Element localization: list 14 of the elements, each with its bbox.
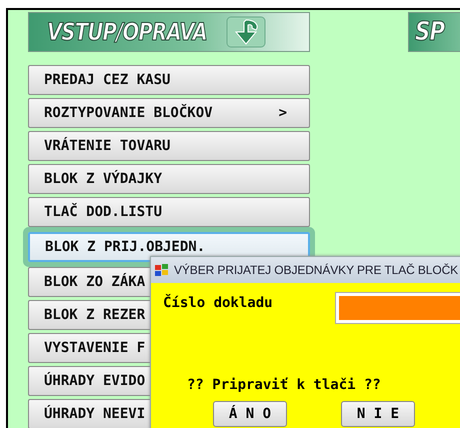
window-icon <box>154 262 170 278</box>
menu-item[interactable]: TLAČ DOD.LISTU <box>28 197 310 227</box>
dialog-title: VÝBER PRIJATEJ OBJEDNÁVKY PRE TLAČ BLOČK <box>174 263 458 277</box>
question-text: ?? Pripraviť k tlači ?? <box>187 377 381 393</box>
dialog-button[interactable]: Á N O <box>213 401 287 427</box>
menu-item[interactable]: PREDAJ CEZ KASU <box>28 65 310 95</box>
menu-item[interactable]: BLOK Z VÝDAJKY <box>28 164 310 194</box>
menu-item[interactable]: VRÁTENIE TOVARU <box>28 131 310 161</box>
document-number-field[interactable] <box>336 293 460 323</box>
field-label: Číslo dokladu <box>163 295 274 311</box>
section-title: VSTUP/OPRAVA <box>47 18 207 46</box>
dialog-button[interactable]: N I E <box>341 401 415 427</box>
menu-item[interactable]: ROZTYPOVANIE BLOČKOV > <box>28 98 310 128</box>
section-header: SP <box>408 12 460 52</box>
